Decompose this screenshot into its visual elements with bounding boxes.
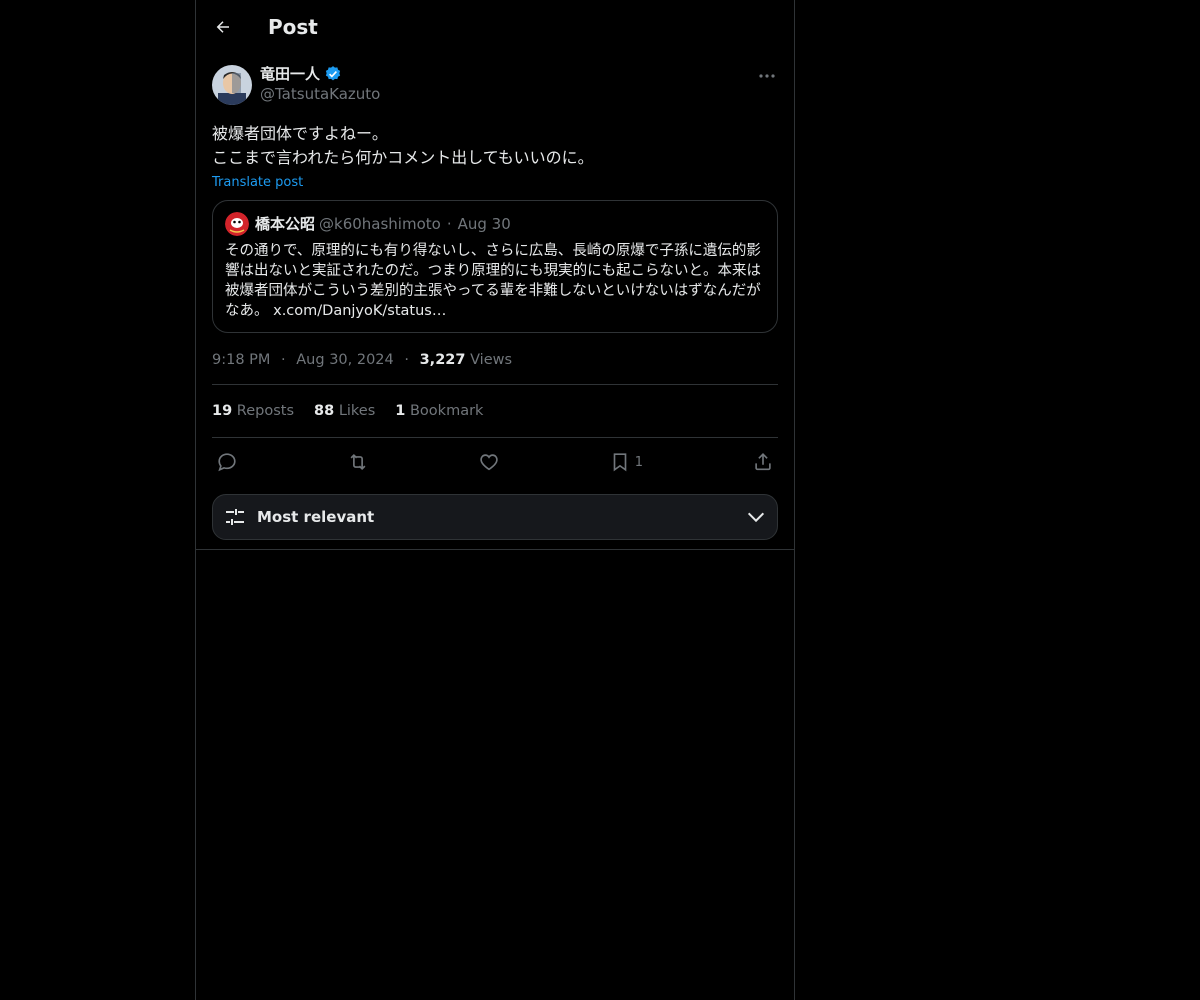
heart-icon <box>480 454 498 471</box>
quoted-author-name: 橋本公昭 <box>255 215 316 233</box>
post-text-line: ここまで言われたら何かコメント出してもいいのに。 <box>212 148 594 167</box>
bookmark-icon <box>613 453 627 472</box>
author-name-row[interactable]: 竜田一人 <box>260 64 380 84</box>
post-actions: 1 <box>212 438 778 486</box>
post: 竜田一人 @TatsutaKazuto 被爆者団体ですよねー。 ここまで言われた… <box>196 64 794 540</box>
more-icon <box>759 74 775 78</box>
post-text: 被爆者団体ですよねー。 ここまで言われたら何かコメント出してもいいのに。 <box>212 122 778 170</box>
page-title: Post <box>268 15 318 39</box>
reposts-count: 19 <box>212 403 233 419</box>
sliders-icon <box>226 509 244 525</box>
views-count: 3,227 <box>419 352 466 368</box>
quoted-post-text: その通りで、原理的にも有り得ないし、さらに広島、長崎の原爆で子孫に遺伝的影響は出… <box>225 243 762 319</box>
page-header: Post <box>196 0 794 54</box>
author-name[interactable]: 竜田一人 <box>260 64 320 84</box>
likes-count: 88 <box>314 403 335 419</box>
translate-link[interactable]: Translate post <box>212 175 303 190</box>
author-avatar[interactable] <box>212 65 252 105</box>
verified-badge-icon <box>325 66 341 81</box>
back-button[interactable] <box>206 10 240 44</box>
reposts-stat[interactable]: 19 Reposts <box>212 403 294 419</box>
bookmark-count: 1 <box>634 454 644 470</box>
quoted-post-header: 橋本公昭 @k60hashimoto · Aug 30 <box>225 212 765 236</box>
bookmarks-count: 1 <box>395 403 406 419</box>
repost-icon <box>350 453 366 471</box>
likes-stat[interactable]: 88 Likes <box>314 403 375 419</box>
bookmarks-label: Bookmark <box>409 403 484 419</box>
reply-button[interactable] <box>216 451 238 473</box>
post-time[interactable]: 9:18 PM <box>212 352 270 368</box>
section-divider <box>196 549 794 550</box>
quoted-post[interactable]: 橋本公昭 @k60hashimoto · Aug 30 その通りで、原理的にも有… <box>212 200 778 333</box>
quoted-post-date: Aug 30 <box>457 215 511 233</box>
reposts-label: Reposts <box>236 403 295 419</box>
bookmark-button[interactable]: 1 <box>609 451 643 473</box>
sort-label: Most relevant <box>257 508 375 526</box>
post-meta: 9:18 PM · Aug 30, 2024 · 3,227 Views <box>212 352 778 385</box>
author-handle[interactable]: @TatsutaKazuto <box>260 84 380 104</box>
more-options-button[interactable] <box>756 66 778 86</box>
like-button[interactable] <box>478 451 500 473</box>
likes-label: Likes <box>338 403 376 419</box>
separator-dot: · <box>281 352 286 368</box>
arrow-left-icon <box>216 21 229 33</box>
separator-dot: · <box>404 352 409 368</box>
bookmarks-stat[interactable]: 1 Bookmark <box>395 403 483 419</box>
separator-dot: · <box>446 215 452 233</box>
reply-icon <box>218 453 236 472</box>
quoted-author-handle: @k60hashimoto <box>319 215 441 233</box>
main-column: Post 竜田一人 @TatsutaKazuto 被爆者団体ですよねー。 ここま… <box>195 0 795 1000</box>
post-date[interactable]: Aug 30, 2024 <box>296 352 394 368</box>
views-label: Views <box>470 352 513 368</box>
quoted-author-avatar <box>225 212 249 236</box>
repost-button[interactable] <box>347 451 369 473</box>
reply-sort-dropdown[interactable]: Most relevant <box>212 494 778 540</box>
share-button[interactable] <box>752 451 774 473</box>
author-row: 竜田一人 @TatsutaKazuto <box>212 64 778 105</box>
post-text-line: 被爆者団体ですよねー。 <box>212 124 388 143</box>
post-stats: 19 Reposts 88 Likes 1 Bookmark <box>212 385 778 438</box>
chevron-down-icon <box>747 512 765 523</box>
share-icon <box>755 453 771 471</box>
